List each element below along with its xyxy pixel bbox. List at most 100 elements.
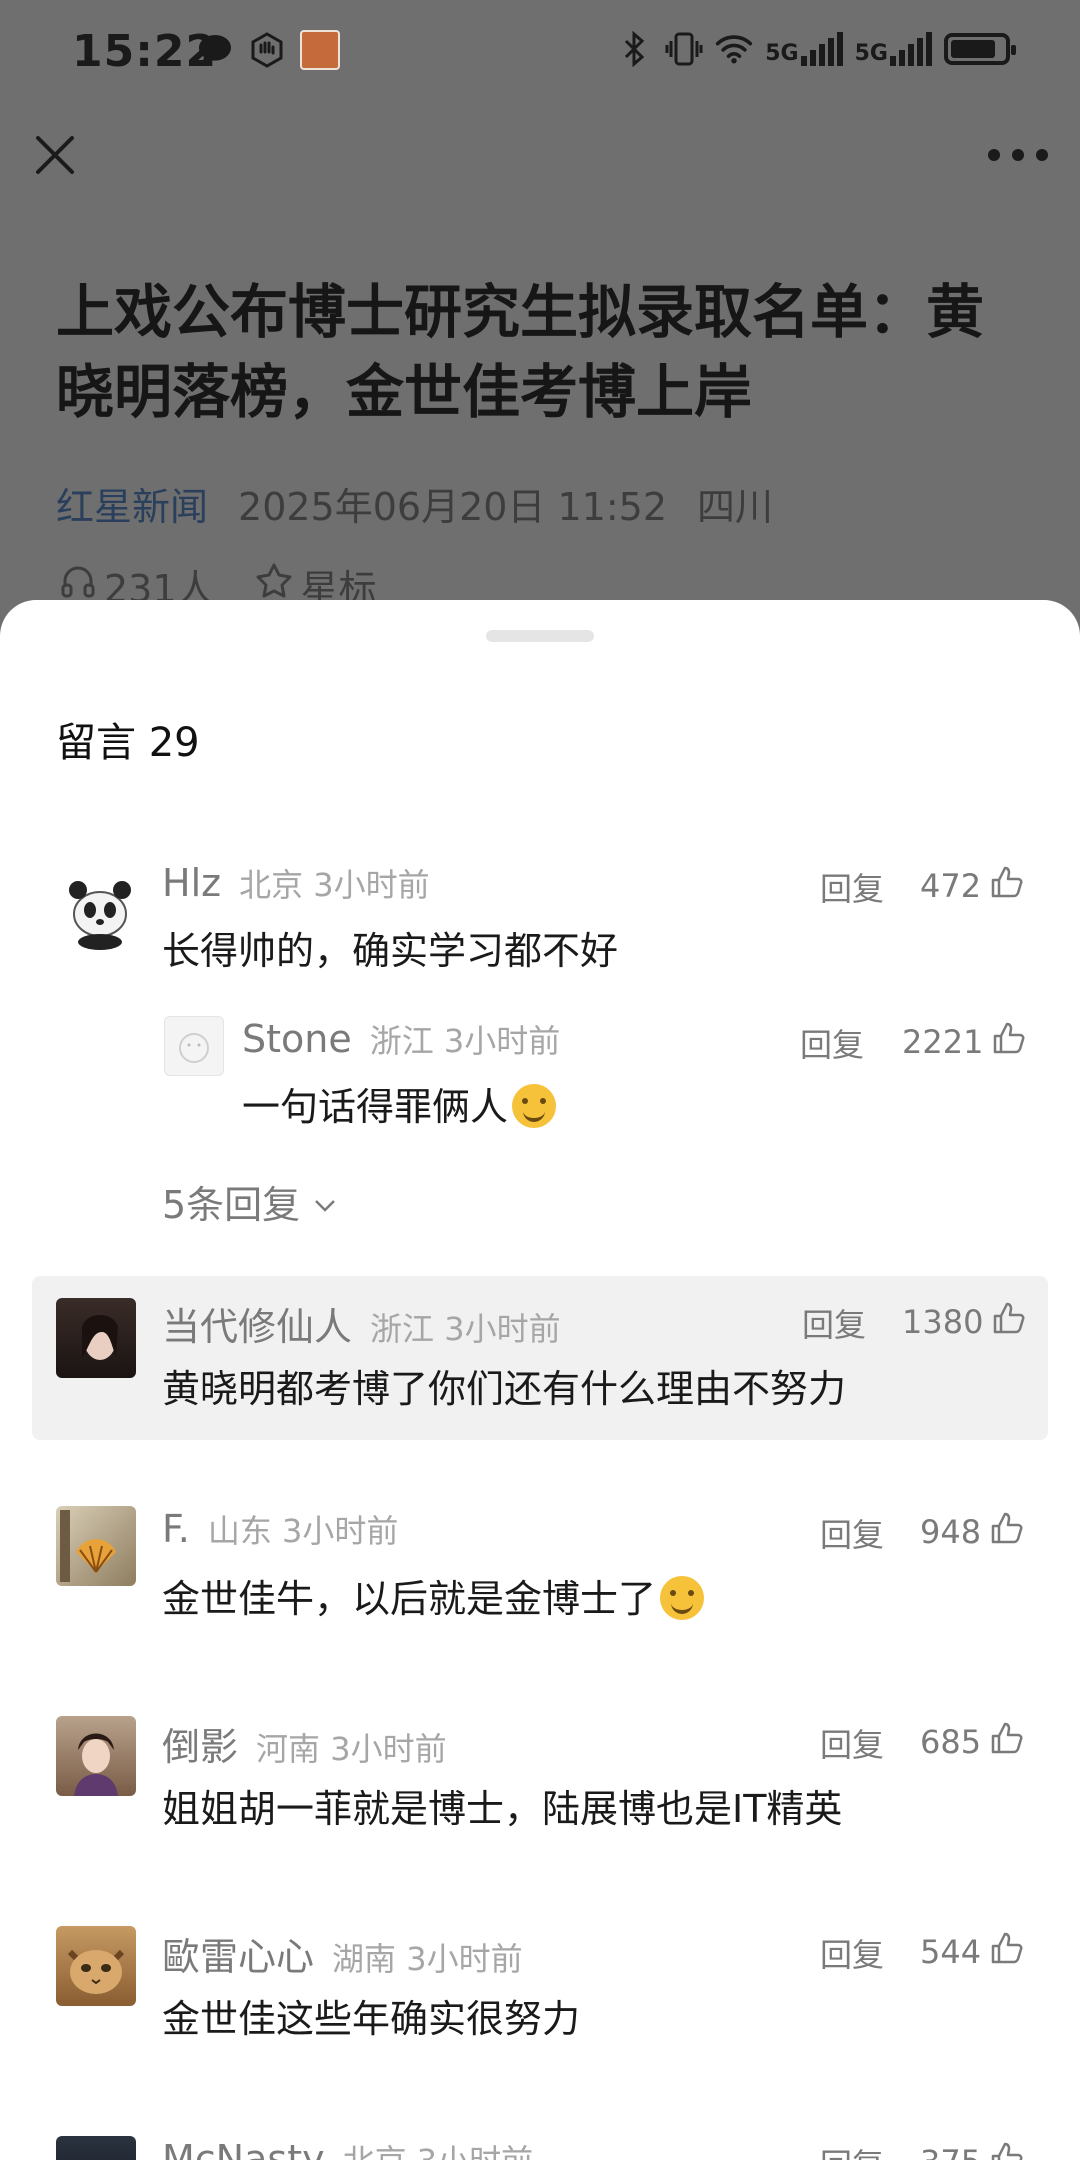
commenter-name[interactable]: Hlz 北京 3小时前 <box>162 860 430 906</box>
status-left-icons <box>196 30 340 70</box>
commenter-location: 浙江 <box>370 1310 435 1348</box>
battery-icon <box>944 33 1016 65</box>
hand-stop-icon <box>248 31 286 69</box>
like-count: 2221 <box>902 1023 984 1061</box>
battery-level <box>951 40 995 58</box>
comment-text: 长得帅的，确实学习都不好 <box>162 929 619 973</box>
commenter-name-label: 倒影 <box>162 1725 239 1769</box>
commenter-location: 北京 <box>239 866 304 904</box>
like-count: 375 <box>920 2143 981 2160</box>
like-count: 1380 <box>902 1303 984 1341</box>
like-button[interactable]: 544 <box>920 1930 1025 1974</box>
avatar[interactable] <box>60 870 140 950</box>
commenter-name-label: Hlz <box>162 861 222 905</box>
commenter-location: 湖南 <box>332 1940 397 1978</box>
signal-5g-icon: 5G <box>855 32 932 66</box>
reply-button[interactable]: 回复 <box>820 2140 884 2160</box>
like-count: 472 <box>920 867 982 905</box>
vibrate-icon <box>665 30 703 68</box>
article-date: 2025年06月20日 11:52 <box>238 485 668 529</box>
close-icon[interactable] <box>30 130 80 180</box>
status-bar: 15:22 5G 5G <box>0 0 1080 100</box>
reply-time: 3小时前 <box>443 1022 561 1060</box>
reply-button[interactable]: 回复 <box>820 1720 884 1766</box>
commenter-location: 北京 <box>343 2142 407 2160</box>
like-button[interactable]: 375 <box>920 2140 1025 2160</box>
commenter-name-label: 歐雷心心 <box>162 1935 315 1979</box>
hugging-face-emoji-icon <box>660 1576 705 1620</box>
comment-text: 姐姐胡一菲就是博士，陆展博也是IT精英 <box>162 1787 843 1831</box>
commenter-location: 河南 <box>256 1730 321 1768</box>
status-right-icons: 5G 5G <box>615 30 1016 68</box>
like-button[interactable]: 948 <box>920 1510 1025 1554</box>
like-count: 948 <box>920 1513 982 1551</box>
reply-button[interactable]: 回复 <box>802 1300 866 1346</box>
more-icon[interactable] <box>988 130 1048 180</box>
comment-text: 黄晓明都考博了你们还有什么理由不努力 <box>162 1367 847 1411</box>
comment-item: F. 山东 3小时前 回复 948 金世佳牛，以后就是金博士了 <box>0 1506 1080 1666</box>
reply-text: 一句话得罪俩人 <box>242 1076 557 1131</box>
commenter-name[interactable]: McNasty 北京 3小时前 <box>162 2136 533 2160</box>
comment-time: 3小时前 <box>313 866 430 904</box>
more-replies-button[interactable]: 5条回复 <box>162 1174 338 1229</box>
avatar[interactable] <box>56 1506 136 1586</box>
like-button[interactable]: 472 <box>920 864 1025 908</box>
thumbs-up-icon <box>989 1930 1025 1974</box>
comment-item: 歐雷心心 湖南 3小时前 回复 544 金世佳这些年确实很努力 <box>0 1926 1080 2086</box>
reply-text-label: 一句话得罪俩人 <box>242 1085 509 1129</box>
comment-text-label: 金世佳牛，以后就是金博士了 <box>162 1577 657 1621</box>
comment-text: 金世佳牛，以后就是金博士了 <box>162 1568 705 1623</box>
thumbs-up-icon <box>989 1510 1025 1554</box>
reply-location: 浙江 <box>369 1022 434 1060</box>
commenter-location: 山东 <box>207 1512 272 1550</box>
reply-button[interactable]: 回复 <box>820 864 884 910</box>
comment-item: McNasty 北京 3小时前 回复 375 <box>0 2136 1080 2160</box>
comment-time: 3小时前 <box>444 1310 561 1348</box>
comment-time: 3小时前 <box>417 2142 533 2160</box>
avatar[interactable] <box>56 1716 136 1796</box>
like-count: 544 <box>920 1933 982 1971</box>
wifi-icon <box>715 30 753 68</box>
avatar[interactable] <box>56 2136 136 2160</box>
thumbs-up-icon <box>989 2140 1025 2160</box>
chat-bubble-icon <box>196 31 234 69</box>
commenter-name[interactable]: F. 山东 3小时前 <box>162 1506 398 1552</box>
comment-time: 3小时前 <box>406 1940 523 1978</box>
comment-text: 金世佳这些年确实很努力 <box>162 1997 581 2041</box>
reply-button[interactable]: 回复 <box>800 1020 864 1066</box>
comment-item: 倒影 河南 3小时前 回复 685 姐姐胡一菲就是博士，陆展博也是IT精英 <box>0 1716 1080 1876</box>
thumbs-up-icon <box>991 1300 1027 1344</box>
commenter-name-label: 当代修仙人 <box>162 1305 353 1349</box>
comment-item-highlighted: 当代修仙人 浙江 3小时前 回复 1380 黄晓明都考博了你们还有什么理由不努力 <box>32 1276 1048 1440</box>
avatar[interactable] <box>164 1016 224 1076</box>
chevron-down-icon <box>312 1180 338 1224</box>
thumbs-up-icon <box>991 1020 1027 1064</box>
article-title: 上戏公布博士研究生拟录取名单：黄晓明落榜，金世佳考博上岸 <box>56 278 985 426</box>
signal-5g-icon: 5G <box>765 32 843 66</box>
signal-label: 5G <box>854 41 888 66</box>
thumbs-up-icon <box>989 1720 1025 1764</box>
article-location: 四川 <box>697 485 774 529</box>
like-button[interactable]: 685 <box>920 1720 1025 1764</box>
commenter-name[interactable]: 倒影 河南 3小时前 <box>162 1716 447 1771</box>
commenter-name[interactable]: 当代修仙人 浙江 3小时前 <box>162 1296 561 1351</box>
comment-time: 3小时前 <box>282 1512 399 1550</box>
avatar[interactable] <box>56 1298 136 1378</box>
sheet-drag-handle[interactable] <box>486 630 594 642</box>
laughing-tears-emoji-icon <box>512 1084 557 1128</box>
like-button[interactable]: 1380 <box>902 1300 1027 1344</box>
commenter-name[interactable]: 歐雷心心 湖南 3小时前 <box>162 1926 523 1981</box>
like-count: 685 <box>920 1723 982 1761</box>
reply-button[interactable]: 回复 <box>820 1510 884 1556</box>
commenter-name-label: F. <box>162 1507 190 1551</box>
reply-author-name[interactable]: Stone 浙江 3小时前 <box>242 1016 560 1062</box>
reply-author-label: Stone <box>242 1017 352 1061</box>
article-source[interactable]: 红星新闻 <box>56 485 208 529</box>
like-button[interactable]: 2221 <box>902 1020 1027 1064</box>
reply-button[interactable]: 回复 <box>820 1930 884 1976</box>
comment-time: 3小时前 <box>330 1730 447 1768</box>
thumbs-up-icon <box>989 864 1025 908</box>
comment-sheet: 留言 29 Hlz 北京 3小时前 回复 472 长得帅的，确实学习都不好 Sto… <box>0 600 1080 2160</box>
article-meta: 红星新闻 2025年06月20日 11:52 四川 <box>56 476 773 531</box>
avatar[interactable] <box>56 1926 136 2006</box>
